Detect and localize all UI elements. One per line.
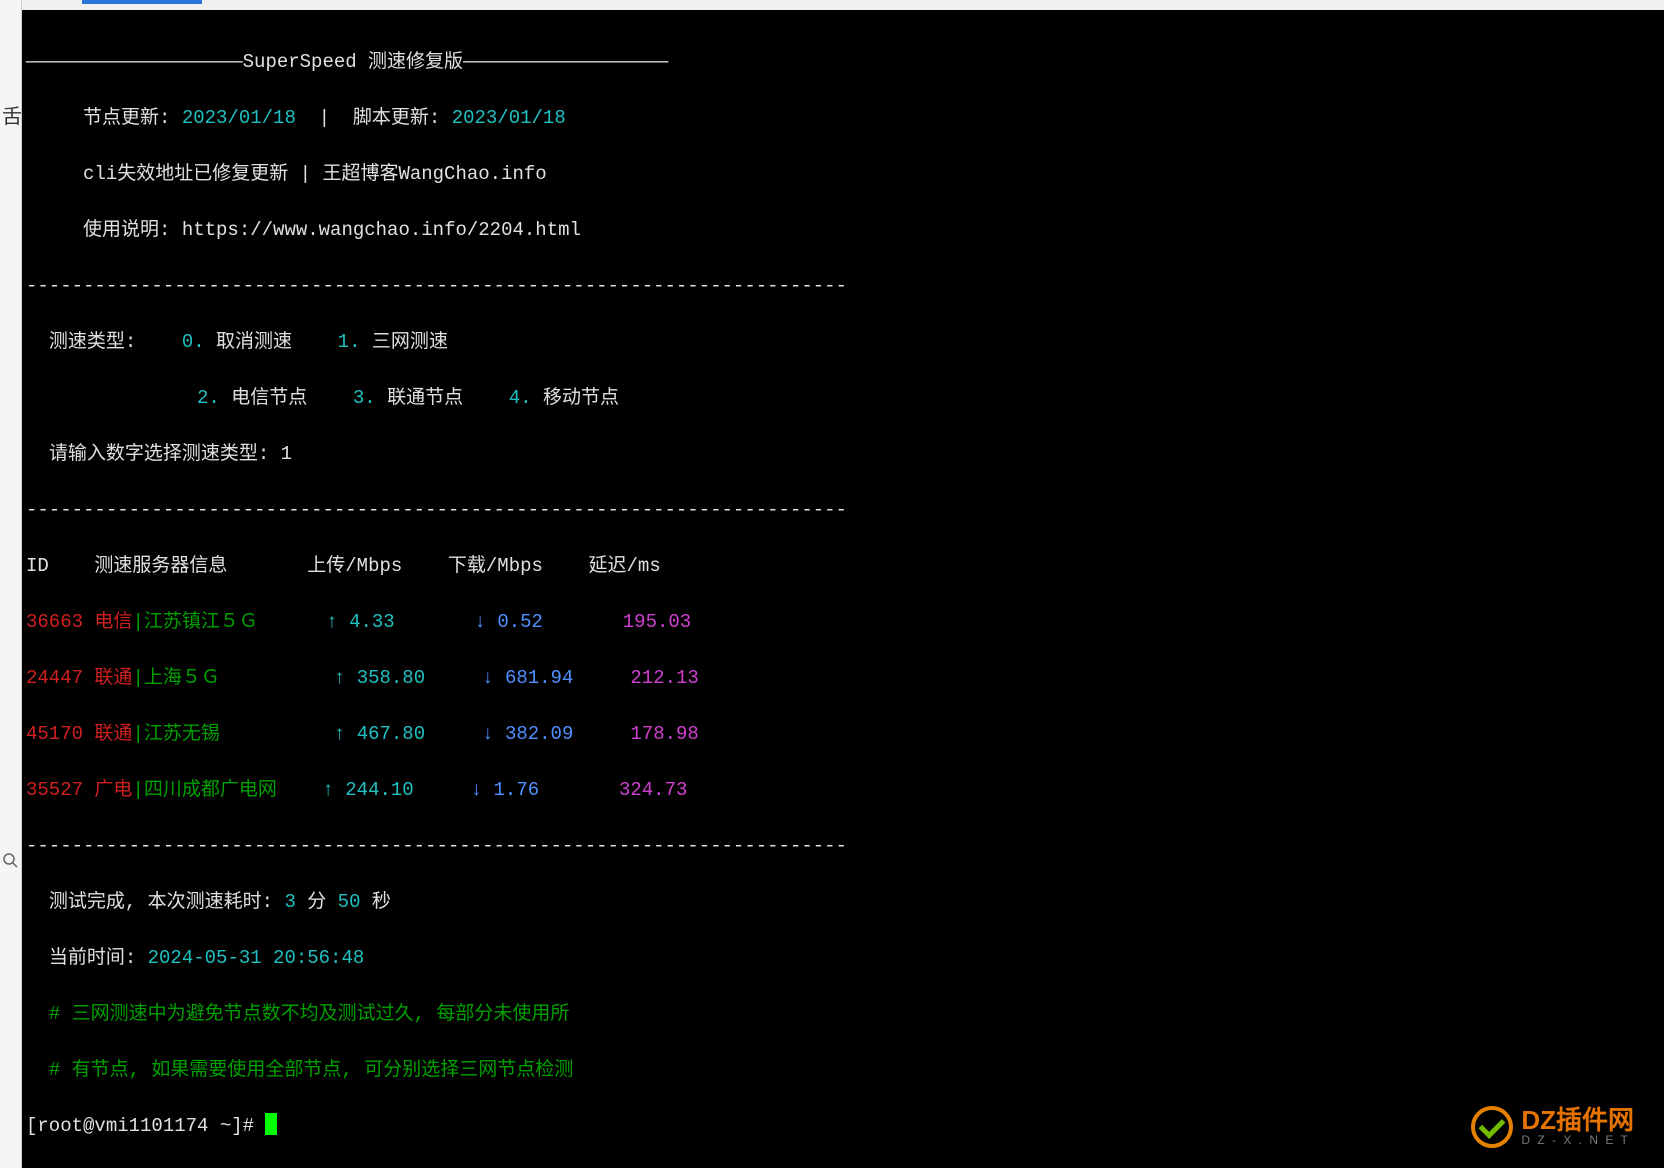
cursor (265, 1113, 277, 1135)
divider-3: ----------------------------------------… (22, 832, 1664, 860)
divider-2: ----------------------------------------… (22, 496, 1664, 524)
shell-prompt[interactable]: [root@vmi1101174 ~]# (22, 1112, 1664, 1140)
watermark-logo-icon (1471, 1106, 1513, 1148)
left-char: 舌 (2, 100, 22, 129)
header-manual-line: 使用说明: https://www.wangchao.info/2204.htm… (22, 216, 1664, 244)
table-row: 36663 电信|江苏镇江５Ｇ ↑ 4.33 ↓ 0.52 195.03 (22, 608, 1664, 636)
header-update-line: 节点更新: 2023/01/18 | 脚本更新: 2023/01/18 (22, 104, 1664, 132)
menu-line-2: 2. 电信节点 3. 联通节点 4. 移动节点 (22, 384, 1664, 412)
header-title-line: ———————————————————SuperSpeed 测速修复版—————… (22, 48, 1664, 76)
divider-1: ----------------------------------------… (22, 272, 1664, 300)
search-icon (2, 852, 18, 868)
left-sidebar: 舌 (0, 0, 22, 1168)
top-bar (22, 0, 1664, 10)
footer-complete: 测试完成, 本次测速耗时: 3 分 50 秒 (22, 888, 1664, 916)
table-row: 24447 联通|上海５Ｇ ↑ 358.80 ↓ 681.94 212.13 (22, 664, 1664, 692)
watermark-text: DZ插件网 (1521, 1107, 1634, 1133)
menu-line-1: 测速类型: 0. 取消测速 1. 三网测速 (22, 328, 1664, 356)
footer-note-2: # 有节点, 如果需要使用全部节点, 可分别选择三网节点检测 (22, 1056, 1664, 1084)
footer-note-1: # 三网测速中为避免节点数不均及测试过久, 每部分未使用所 (22, 1000, 1664, 1028)
watermark: DZ插件网 D Z - X . N E T (1471, 1106, 1634, 1148)
table-header: ID 测速服务器信息 上传/Mbps 下载/Mbps 延迟/ms (22, 552, 1664, 580)
table-row: 35527 广电|四川成都广电网 ↑ 244.10 ↓ 1.76 324.73 (22, 776, 1664, 804)
footer-time: 当前时间: 2024-05-31 20:56:48 (22, 944, 1664, 972)
watermark-subtext: D Z - X . N E T (1521, 1133, 1634, 1147)
table-row: 45170 联通|江苏无锡 ↑ 467.80 ↓ 382.09 178.98 (22, 720, 1664, 748)
menu-prompt-line: 请输入数字选择测速类型: 1 (22, 440, 1664, 468)
terminal-output[interactable]: ———————————————————SuperSpeed 测速修复版—————… (22, 10, 1664, 1168)
active-tab-indicator (82, 0, 202, 4)
header-cli-line: cli失效地址已修复更新 | 王超博客WangChao.info (22, 160, 1664, 188)
